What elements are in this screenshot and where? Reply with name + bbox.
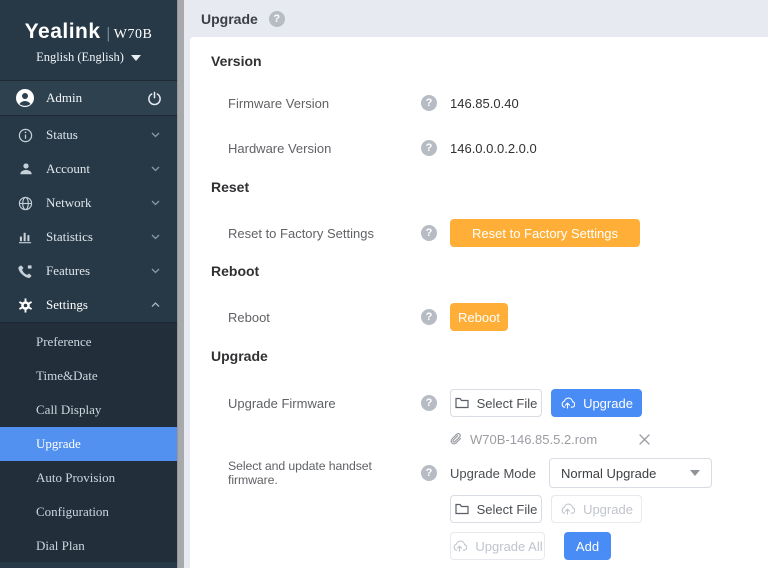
cloud-upload-icon (560, 397, 576, 409)
section-heading-upgrade: Upgrade (211, 348, 268, 364)
caret-down-icon (130, 55, 141, 62)
sidebar-item-label: Settings (46, 297, 88, 312)
upgrade-mode-label: Upgrade Mode (450, 465, 536, 481)
handset-firmware-label: Select and update handset firmware. (228, 459, 372, 487)
brand-name: Yealink (24, 20, 101, 43)
section-heading-version: Version (211, 53, 262, 69)
upgrade-all-button-disabled[interactable]: Upgrade All (450, 532, 545, 560)
sidebar-item-label: Network (46, 195, 92, 210)
sidebar-item-settings[interactable]: Settings (0, 288, 177, 322)
reset-help-icon[interactable]: ? (421, 225, 437, 241)
caret-down-icon (690, 470, 700, 476)
sidebar-item-label: Statistics (46, 229, 93, 244)
user-icon (17, 162, 34, 176)
section-heading-reset: Reset (211, 179, 250, 195)
settings-submenu: Preference Time&Date Call Display Upgrad… (0, 322, 177, 562)
cloud-upload-icon (560, 503, 576, 515)
sidebar-item-label: Status (46, 127, 78, 142)
sidebar-item-statistics[interactable]: Statistics (0, 220, 177, 254)
admin-bar: Admin (0, 80, 177, 116)
remove-file-icon[interactable] (639, 433, 650, 445)
hardware-version-value: 146.0.0.0.2.0.0 (450, 140, 537, 156)
gear-icon (17, 297, 34, 313)
phone-icon (17, 264, 34, 279)
sidebar: Yealink | W70B English (English) Admin Sta… (0, 0, 177, 568)
submenu-item-call-display[interactable]: Call Display (0, 393, 177, 427)
reboot-row: Reboot ? Reboot (228, 303, 768, 331)
selected-file-row: W70B-146.85.5.2.rom (228, 430, 768, 448)
chevron-down-icon (151, 200, 160, 206)
brand-logo[interactable]: Yealink | W70B (0, 0, 177, 46)
reboot-button[interactable]: Reboot (450, 303, 508, 331)
page-title: Upgrade (201, 10, 258, 27)
page-help-icon[interactable]: ? (268, 10, 285, 27)
reset-to-factory-button[interactable]: Reset to Factory Settings (450, 219, 640, 247)
upgrade-mode-value: Normal Upgrade (561, 465, 657, 481)
sidebar-item-network[interactable]: Network (0, 186, 177, 220)
upgrade-firmware-label: Upgrade Firmware (228, 395, 336, 411)
chevron-up-icon (151, 302, 160, 308)
selected-file-name: W70B-146.85.5.2.rom (470, 431, 598, 447)
submenu-item-preference[interactable]: Preference (0, 325, 177, 359)
select-file-button[interactable]: Select File (450, 389, 542, 417)
submenu-item-time-date[interactable]: Time&Date (0, 359, 177, 393)
cloud-upload-icon (452, 540, 468, 552)
firmware-version-value: 146.85.0.40 (450, 95, 519, 111)
upgrade-firmware-row: Upgrade Firmware ? Select File Upgrade (228, 389, 768, 417)
chevron-down-icon (151, 132, 160, 138)
submenu-item-upgrade[interactable]: Upgrade (0, 427, 177, 461)
submenu-item-configuration[interactable]: Configuration (0, 495, 177, 529)
brand-model: W70B (113, 27, 153, 42)
handset-select-file-row: Select File Upgrade (228, 495, 768, 523)
upgrade-card: Version Firmware Version ? 146.85.0.40 H… (190, 37, 768, 568)
upgrade-button[interactable]: Upgrade (551, 389, 642, 417)
info-icon (17, 128, 34, 143)
hardware-version-label: Hardware Version (228, 140, 332, 156)
chevron-down-icon (151, 166, 160, 172)
globe-icon (17, 196, 34, 211)
reboot-label: Reboot (228, 309, 270, 325)
handset-upgrade-button-disabled[interactable]: Upgrade (551, 495, 642, 523)
firmware-help-icon[interactable]: ? (421, 95, 437, 111)
brand-separator: | (106, 25, 110, 42)
logout-power-icon[interactable] (147, 91, 162, 106)
handset-firmware-row: Select and update handset firmware. ? Up… (228, 458, 768, 488)
vertical-scrollbar[interactable] (177, 0, 184, 568)
hardware-version-row: Hardware Version ? 146.0.0.0.2.0.0 (228, 134, 768, 162)
sidebar-item-status[interactable]: Status (0, 118, 177, 152)
add-button[interactable]: Add (564, 532, 611, 560)
reset-label: Reset to Factory Settings (228, 225, 374, 241)
sidebar-item-features[interactable]: Features (0, 254, 177, 288)
bar-chart-icon (17, 230, 34, 244)
submenu-item-auto-provision[interactable]: Auto Provision (0, 461, 177, 495)
firmware-version-label: Firmware Version (228, 95, 330, 111)
page-header: Upgrade ? (184, 0, 768, 37)
chevron-down-icon (151, 234, 160, 240)
main-content: Upgrade ? Version Firmware Version ? 146… (184, 0, 768, 568)
chevron-down-icon (151, 268, 160, 274)
folder-icon (455, 397, 469, 409)
sidebar-item-label: Features (46, 263, 91, 278)
hardware-help-icon[interactable]: ? (421, 140, 437, 156)
handset-select-file-button[interactable]: Select File (450, 495, 542, 523)
reset-row: Reset to Factory Settings ? Reset to Fac… (228, 219, 768, 247)
avatar-icon (15, 88, 35, 108)
section-heading-reboot: Reboot (211, 263, 260, 279)
upgrade-firmware-help-icon[interactable]: ? (421, 395, 437, 411)
admin-username: Admin (46, 90, 83, 105)
upgrade-all-row: Upgrade All Add (228, 532, 768, 560)
language-label: English (English) (36, 50, 124, 64)
sidebar-item-label: Account (46, 161, 91, 176)
submenu-item-dial-plan[interactable]: Dial Plan (0, 529, 177, 563)
folder-icon (455, 503, 469, 515)
sidebar-menu: Status Account Network Statistics Featur… (0, 116, 177, 322)
sidebar-item-account[interactable]: Account (0, 152, 177, 186)
paperclip-icon (450, 432, 462, 446)
firmware-version-row: Firmware Version ? 146.85.0.40 (228, 89, 768, 117)
upgrade-mode-select[interactable]: Normal Upgrade (549, 458, 712, 488)
handset-help-icon[interactable]: ? (421, 465, 437, 481)
reboot-help-icon[interactable]: ? (421, 309, 437, 325)
language-selector[interactable]: English (English) (0, 46, 177, 68)
